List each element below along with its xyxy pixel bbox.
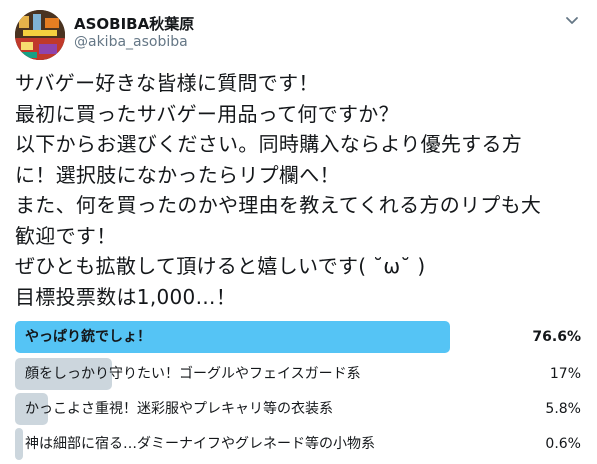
tweet-line: サバゲー好きな皆様に質問です！ [15, 71, 319, 95]
tweet-line: 目標投票数は1,000…！ [15, 284, 237, 309]
tweet-text: サバゲー好きな皆様に質問です！ 最初に買ったサバゲー用品って何ですか？ 以下から… [15, 68, 585, 312]
poll-option[interactable]: やっぱり銃でしょ！ 76.6% [15, 321, 585, 353]
poll-option[interactable]: 顔をしっかり守りたい！ゴーグルやフェイスガード系 17% [15, 358, 585, 390]
poll-option-label: かっこよさ重視！迷彩服やプレキャリ等の衣装系 [25, 401, 333, 417]
tweet-line: 歓迎です！ [15, 223, 117, 248]
poll-option-percent: 0.6% [545, 436, 581, 452]
user-handle[interactable]: @akiba_asobiba [74, 34, 188, 50]
poll-option[interactable]: 神は細部に宿る…ダミーナイフやグレネード等の小物系 0.6% [15, 428, 585, 460]
display-name[interactable]: ASOBIBA秋葉原 [74, 13, 194, 34]
poll-option-percent: 76.6% [532, 329, 581, 345]
poll-option[interactable]: かっこよさ重視！迷彩服やプレキャリ等の衣装系 5.8% [15, 393, 585, 425]
poll-option-label: やっぱり銃でしょ！ [25, 329, 151, 345]
tweet-line: 以下からお選びください。同時購入ならより優先する方 [15, 132, 523, 156]
poll-option-percent: 5.8% [545, 401, 581, 417]
tweet-header: ASOBIBA秋葉原 @akiba_asobiba [15, 10, 582, 60]
tweet-line: 最初に買ったサバゲー用品って何ですか？ [15, 101, 399, 126]
tweet-line: ぜひとも拡散して頂けると嬉しいです( ˘ω˘ ) [15, 254, 426, 278]
avatar[interactable] [15, 10, 65, 60]
poll-option-percent: 17% [549, 366, 581, 382]
tweet-line: に！選択肢になかったらリプ欄へ！ [15, 162, 340, 187]
chevron-down-icon[interactable] [564, 12, 580, 28]
tweet-line: また、何を買ったのかや理由を教えてくれる方のリプも大 [15, 193, 542, 217]
poll-option-label: 神は細部に宿る…ダミーナイフやグレネード等の小物系 [25, 436, 375, 452]
poll-result-bar [15, 428, 23, 460]
poll-option-label: 顔をしっかり守りたい！ゴーグルやフェイスガード系 [25, 366, 361, 382]
